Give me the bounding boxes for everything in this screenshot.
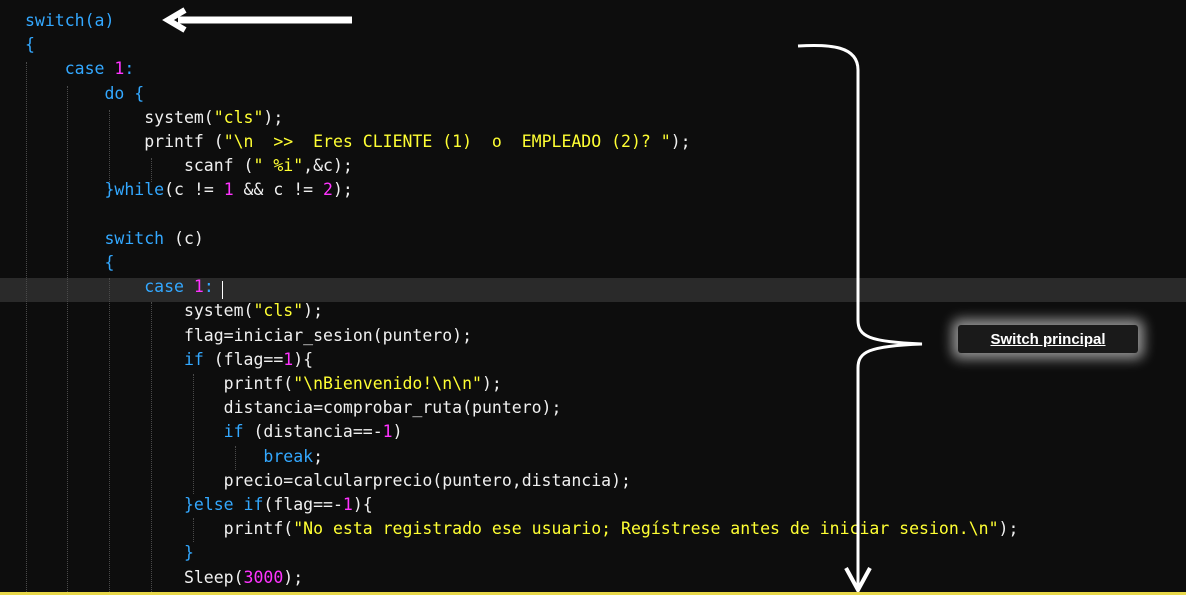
code-line: system("cls"); (25, 106, 283, 130)
code-token: ); (481, 374, 502, 393)
code-token: (flag==- (263, 495, 343, 514)
code-line: if (distancia==-1) (25, 420, 403, 444)
code-line: if (flag==1){ (25, 348, 313, 372)
code-line: printf("\nBienvenido!\n\n"); (25, 372, 502, 396)
code-line: flag=iniciar_sesion(puntero); (25, 324, 472, 348)
code-line: case 1: (25, 275, 214, 299)
code-token: && c != (233, 180, 324, 200)
code-token: ); (998, 519, 1019, 539)
code-editor[interactable]: switch(a){ case 1: do { system("cls"); p… (0, 0, 1186, 592)
code-token: 1 (223, 180, 234, 200)
code-token: switch (25, 228, 175, 248)
code-token: }else if (25, 495, 264, 514)
code-line: switch (c) (25, 227, 204, 251)
code-line: } (25, 541, 194, 565)
code-token: (flag== (213, 349, 284, 369)
code-line: }else if(flag==-1){ (25, 493, 373, 517)
code-token: printf ( (25, 132, 224, 151)
code-token: { (134, 83, 145, 103)
code-line: printf ("\n >> Eres CLIENTE (1) o EMPLEA… (25, 130, 691, 154)
code-token: (a) (84, 11, 115, 30)
code-line: Sleep(3000); (25, 566, 303, 590)
text-cursor (222, 281, 223, 299)
code-line: }while(c != 1 && c != 2); (25, 178, 353, 202)
code-token: 1 (114, 59, 125, 79)
code-line: printf("No esta registrado ese usuario; … (25, 517, 1019, 541)
code-line: do { (25, 82, 144, 106)
code-token: if (25, 422, 254, 442)
code-token: " %i" (253, 156, 304, 176)
down-arrow-icon (844, 400, 872, 592)
code-token: printf( (25, 374, 294, 393)
code-token: "\n >> Eres CLIENTE (1) o EMPLEADO (2)? … (223, 132, 671, 151)
code-token: { (25, 253, 115, 272)
code-token: (distancia==- (253, 422, 383, 442)
code-token: "cls" (253, 301, 304, 321)
code-token: "\nBienvenido!\n\n" (293, 374, 482, 393)
code-token: ); (332, 180, 353, 200)
code-line: system("cls"); (25, 299, 323, 323)
code-token: : (124, 59, 135, 79)
code-token: "cls" (213, 107, 264, 127)
code-token: Sleep( (25, 567, 244, 587)
code-token: ) (392, 422, 403, 442)
code-line: scanf (" %i",&c); (25, 154, 353, 178)
code-token: 1 (342, 495, 353, 514)
code-line: distancia=comprobar_ruta(puntero); (25, 396, 562, 420)
code-token: printf( (25, 519, 294, 539)
code-line: switch(a) (25, 9, 114, 33)
code-line: precio=calcularprecio(puntero,distancia)… (25, 469, 631, 493)
code-token: (c) (174, 228, 204, 248)
code-line: { (25, 251, 114, 275)
code-token: flag=iniciar_sesion(puntero); (25, 325, 473, 345)
code-token: break (25, 446, 314, 466)
code-token: system( (25, 301, 254, 321)
code-token: scanf ( (25, 156, 254, 176)
code-token: do (25, 83, 135, 103)
code-token: ,&c); (303, 156, 353, 176)
annotation-label: Switch principal (958, 325, 1138, 353)
code-token: 1 (382, 422, 393, 442)
code-token: 1 (193, 277, 204, 297)
code-token: distancia=comprobar_ruta(puntero); (25, 398, 562, 418)
code-token: 3000 (243, 567, 284, 587)
code-token: ); (263, 107, 284, 127)
code-token: ){ (352, 495, 373, 514)
code-token: : (203, 277, 214, 297)
code-line: { (25, 33, 35, 57)
curly-brace-icon (797, 43, 923, 400)
code-token: case (25, 59, 115, 79)
annotation-label-text: Switch principal (990, 330, 1106, 348)
left-arrow-icon (162, 7, 352, 33)
code-token: "No esta registrado ese usuario; Regístr… (293, 519, 999, 539)
code-token: ); (303, 301, 324, 321)
code-token: } (25, 543, 194, 563)
code-token: ); (670, 132, 691, 151)
code-token: ){ (293, 349, 314, 369)
code-token: if (25, 349, 214, 369)
code-token: 2 (323, 180, 333, 200)
code-token: ); (283, 567, 304, 587)
code-token: ; (313, 446, 324, 466)
code-token: (c != (164, 180, 224, 200)
code-token: system( (25, 107, 214, 127)
code-token: switch (25, 11, 85, 30)
code-token: 1 (283, 349, 294, 369)
code-token: { (25, 35, 35, 55)
code-token: case (25, 277, 194, 297)
code-line: case 1: (25, 57, 135, 81)
code-line: break; (25, 445, 323, 469)
code-token: precio=calcularprecio(puntero,distancia)… (25, 470, 631, 490)
code-token: }while (25, 180, 165, 200)
